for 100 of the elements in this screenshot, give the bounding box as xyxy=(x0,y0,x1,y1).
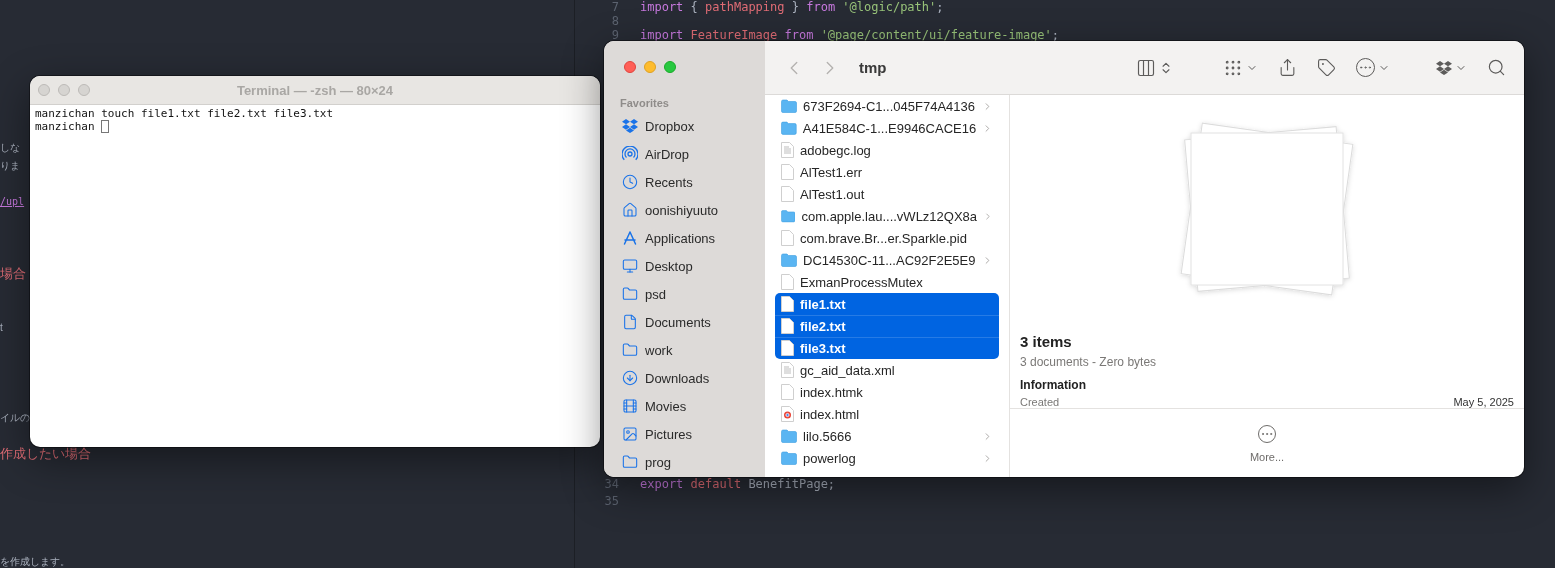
folder-icon xyxy=(622,454,638,470)
folder-icon xyxy=(622,342,638,358)
line-number: 8 xyxy=(610,14,620,28)
text-line: を作成します。 xyxy=(0,555,70,568)
film-icon xyxy=(622,398,638,414)
sidebar-item[interactable]: Movies xyxy=(645,398,687,414)
dropbox-icon xyxy=(1436,60,1452,75)
dropbox-button[interactable] xyxy=(1436,60,1467,75)
file-row[interactable]: A41E584C-1...E9946CACE16 xyxy=(775,117,999,139)
share-button[interactable] xyxy=(1278,58,1297,77)
heading-text: 場合 xyxy=(0,265,26,283)
sidebar-item[interactable]: prog xyxy=(645,454,672,470)
file-row[interactable]: lilo.5666 xyxy=(775,425,999,447)
more-button[interactable]: More... xyxy=(1249,424,1285,463)
image-icon xyxy=(622,426,638,442)
section-label: Favorites xyxy=(619,96,670,111)
file-row[interactable]: AlTest1.err xyxy=(775,161,999,183)
text-line: りま xyxy=(0,159,20,173)
file-row[interactable]: file3.txt xyxy=(775,337,999,359)
close-button[interactable] xyxy=(38,84,50,96)
document-icon xyxy=(781,186,794,202)
sidebar-item[interactable]: Documents xyxy=(645,314,711,330)
file-row[interactable]: powerlog xyxy=(775,447,999,469)
folder-icon xyxy=(781,121,797,135)
terminal-line: manzichan xyxy=(35,120,96,133)
file-row[interactable]: index.htmk xyxy=(775,381,999,403)
sidebar-item[interactable]: work xyxy=(645,342,673,358)
folder-icon xyxy=(781,209,796,223)
search-icon xyxy=(1487,58,1506,77)
sidebar-item[interactable]: AirDrop xyxy=(645,146,690,162)
minimize-button[interactable] xyxy=(58,84,70,96)
file-row[interactable]: AlTest1.out xyxy=(775,183,999,205)
sidebar-item[interactable]: Downloads xyxy=(645,370,710,386)
heading-text: 作成したい場合 xyxy=(0,445,91,463)
line-number: 9 xyxy=(610,28,620,42)
house-icon xyxy=(622,202,638,218)
document-icon xyxy=(622,314,638,330)
sidebar-item[interactable]: oonishiyuuto xyxy=(645,202,718,218)
sidebar-item[interactable]: Desktop xyxy=(645,258,693,274)
dropbox-icon xyxy=(622,119,638,133)
terminal-line: manzichan touch file1.txt file2.txt file3.txt xyxy=(35,107,333,120)
text-file-icon xyxy=(781,142,794,158)
sidebar-item[interactable]: psd xyxy=(645,286,666,302)
folder-icon xyxy=(781,253,797,267)
preview-title: 3 items xyxy=(1020,333,1073,350)
link-text[interactable]: /upl xyxy=(0,193,25,211)
document-icon xyxy=(781,230,794,246)
zoom-button[interactable] xyxy=(664,61,676,73)
folder-icon xyxy=(622,286,638,302)
document-icon xyxy=(781,164,794,180)
file-row[interactable]: adobegc.log xyxy=(775,139,999,161)
sidebar-item[interactable]: Dropbox xyxy=(645,118,695,134)
file-row[interactable]: file1.txt xyxy=(775,293,999,315)
file-row[interactable]: com.apple.lau....vWLz12QX8a xyxy=(775,205,999,227)
folder-title: tmp xyxy=(859,59,887,76)
info-value: May 5, 2025 xyxy=(1453,396,1514,408)
document-icon xyxy=(781,384,794,400)
document-icon xyxy=(781,296,794,312)
file-row[interactable]: gc_aid_data.xml xyxy=(775,359,999,381)
code-line: import { pathMapping } from '@logic/path'; xyxy=(640,0,944,14)
sidebar-item[interactable]: Applications xyxy=(645,230,716,246)
text-line: イルの xyxy=(0,411,30,425)
clock-icon xyxy=(622,174,638,190)
file-row[interactable]: com.brave.Br...er.Sparkle.pid xyxy=(775,227,999,249)
document-icon xyxy=(781,274,794,290)
monitor-icon xyxy=(622,258,638,274)
close-button[interactable] xyxy=(624,61,636,73)
airdrop-icon xyxy=(622,146,638,162)
zoom-button[interactable] xyxy=(78,84,90,96)
sidebar-item[interactable]: Pictures xyxy=(645,426,692,442)
document-icon xyxy=(781,340,794,356)
line-number: 35 xyxy=(603,493,620,510)
document-icon xyxy=(781,318,794,334)
text-line: しな xyxy=(0,141,20,155)
chevron-icon xyxy=(983,210,993,222)
columns-icon xyxy=(1136,57,1156,78)
a-shape-icon xyxy=(622,230,638,246)
file-row[interactable]: DC14530C-11...AC92F2E5E9 xyxy=(775,249,999,271)
code-line: import FeatureImage from '@page/content/ui/feature-image'; xyxy=(640,28,1060,42)
code-line: export default BenefitPage; xyxy=(640,476,836,493)
section-heading: Information xyxy=(1020,378,1087,392)
tag-button[interactable] xyxy=(1317,58,1336,77)
file-row[interactable]: file2.txt xyxy=(775,315,999,337)
file-row[interactable]: ExmanProcessMutex xyxy=(775,271,999,293)
window-title: Terminal — -zsh — 80×24 xyxy=(235,82,395,98)
info-label: Created xyxy=(1020,396,1060,408)
file-row[interactable]: 673F2694-C1...045F74A4136 xyxy=(775,95,999,117)
file-row[interactable]: index.html xyxy=(775,403,999,425)
text-line: t xyxy=(0,321,3,335)
folder-icon xyxy=(781,429,797,443)
share-icon xyxy=(1278,58,1297,77)
preview-subtitle: 3 documents - Zero bytes xyxy=(1020,355,1158,369)
download-icon xyxy=(622,370,638,386)
web-file-icon xyxy=(781,406,794,422)
minimize-button[interactable] xyxy=(644,61,656,73)
search-button[interactable] xyxy=(1487,58,1506,77)
tag-icon xyxy=(1317,58,1336,77)
folder-icon xyxy=(781,99,797,113)
sidebar-item[interactable]: Recents xyxy=(645,174,693,190)
text-file-icon xyxy=(781,362,794,378)
